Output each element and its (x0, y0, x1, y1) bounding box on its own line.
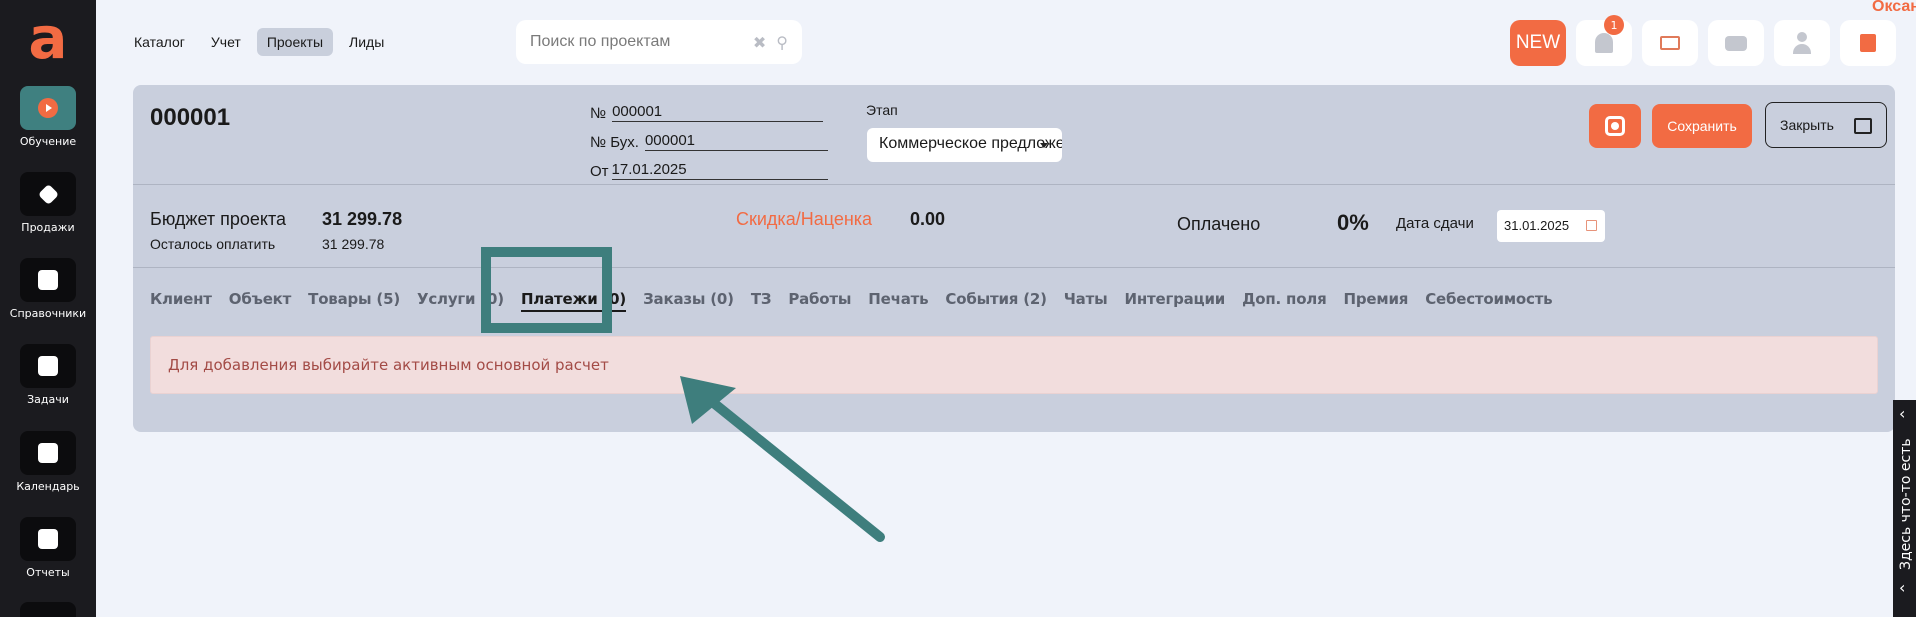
tab-integrations[interactable]: Интеграции (1124, 290, 1225, 312)
sidebar-item-directories[interactable]: Справочники (0, 258, 96, 320)
sidebar-item-label: Календарь (16, 480, 80, 493)
mail-button[interactable] (1642, 20, 1698, 66)
user-icon (1793, 32, 1811, 54)
acc-number-label: № Бух. (590, 134, 639, 151)
sidebar-item-tasks[interactable]: Задачи (0, 344, 96, 406)
search-input[interactable] (530, 33, 743, 51)
paid-value: 0% (1337, 210, 1369, 235)
settings-button[interactable] (1589, 104, 1641, 148)
close-button-label: Закрыть (1780, 117, 1834, 133)
play-icon (20, 86, 76, 130)
tag-icon (20, 172, 76, 216)
divider (133, 267, 1895, 268)
calendar-icon[interactable] (1586, 220, 1597, 231)
sidebar-item-training[interactable]: Обучение (0, 86, 96, 148)
more-icon (20, 602, 76, 617)
bell-icon (1595, 33, 1613, 53)
due-date-label: Дата сдачи (1396, 215, 1474, 232)
project-number-field: № 000001 (590, 103, 823, 122)
chevron-left-icon[interactable]: ‹ (1899, 404, 1905, 423)
book-icon (1860, 34, 1876, 52)
calendar-icon (20, 431, 76, 475)
date-value[interactable]: 17.01.2025 (611, 161, 828, 180)
stage-label: Этап (866, 102, 898, 118)
sidebar-item-calendar[interactable]: Календарь (0, 431, 96, 493)
tab-bonus[interactable]: Премия (1344, 290, 1409, 312)
chart-icon (20, 517, 76, 561)
gear-icon (1605, 116, 1625, 136)
left-to-pay-value: 31 299.78 (322, 236, 385, 252)
alert-message: Для добавления выбирайте активным основн… (150, 336, 1878, 394)
date-field: От 17.01.2025 (590, 161, 828, 180)
tab-orders[interactable]: Заказы (0) (643, 290, 734, 312)
mail-icon (1660, 36, 1680, 50)
search-icon[interactable]: ⚲ (776, 33, 788, 52)
header-actions: NEW 1 (1510, 15, 1896, 66)
sidebar-item-label: Продажи (21, 221, 75, 234)
tab-object[interactable]: Объект (229, 290, 292, 312)
sidebar: a Обучение Продажи Справочники Задачи Ка… (0, 0, 96, 617)
divider (133, 184, 1895, 185)
chat-button[interactable] (1708, 20, 1764, 66)
tab-extra-fields[interactable]: Доп. поля (1242, 290, 1327, 312)
close-button[interactable]: Закрыть (1765, 102, 1887, 148)
sidebar-item-label: Справочники (9, 307, 87, 320)
discount-label[interactable]: Скидка/Наценка (736, 209, 872, 230)
acc-number-value[interactable]: 000001 (644, 132, 828, 151)
sidebar-item-label: Задачи (27, 393, 69, 406)
chevron-left-icon[interactable]: ‹ (1899, 578, 1905, 597)
discount-value: 0.00 (910, 209, 946, 229)
new-button[interactable]: NEW (1510, 20, 1566, 66)
search-box: ✖ ⚲ (516, 20, 802, 64)
nav-leads[interactable]: Лиды (339, 28, 394, 56)
sidebar-item-more[interactable] (0, 602, 96, 617)
acc-number-field: № Бух. 000001 (590, 132, 828, 151)
tab-client[interactable]: Клиент (150, 290, 212, 312)
tab-chats[interactable]: Чаты (1064, 290, 1108, 312)
clear-icon[interactable]: ✖ (753, 33, 766, 52)
tab-print[interactable]: Печать (868, 290, 928, 312)
tab-cost[interactable]: Себестоимость (1425, 290, 1552, 312)
side-panel-label: Здесь что-то есть (1898, 438, 1914, 570)
page-title: 000001 (150, 104, 231, 131)
notification-badge: 1 (1604, 15, 1624, 35)
paid-label: Оплачено (1177, 214, 1261, 234)
tab-events[interactable]: События (2) (945, 290, 1047, 312)
due-date-input[interactable]: 31.01.2025 (1497, 210, 1605, 242)
sidebar-item-label: Отчеты (26, 566, 70, 579)
book-icon (20, 258, 76, 302)
top-nav: Каталог Учет Проекты Лиды (124, 28, 394, 56)
left-to-pay-label: Осталось оплатить (150, 236, 276, 252)
tab-goods[interactable]: Товары (5) (308, 290, 400, 312)
user-name[interactable]: Оксана (1872, 0, 1916, 16)
project-tabs: Клиент Объект Товары (5) Услуги (0) Плат… (150, 290, 1553, 312)
annotation-arrow (680, 376, 885, 542)
tasks-icon (20, 344, 76, 388)
chat-icon (1725, 35, 1747, 51)
budget-value: 31 299.78 (322, 209, 403, 229)
nav-accounting[interactable]: Учет (201, 28, 251, 56)
tab-spec[interactable]: ТЗ (751, 290, 772, 312)
tab-highlight-box (481, 247, 612, 333)
nav-projects[interactable]: Проекты (256, 28, 334, 56)
notifications-button[interactable]: 1 (1576, 15, 1632, 66)
tab-works[interactable]: Работы (788, 290, 851, 312)
sidebar-item-label: Обучение (19, 135, 77, 148)
profile-button[interactable] (1774, 20, 1830, 66)
project-number-label: № (590, 105, 607, 122)
stage-select[interactable]: Коммерческое предложение (867, 128, 1062, 162)
date-label: От (590, 163, 609, 180)
exit-icon (1854, 118, 1872, 134)
sidebar-item-sales[interactable]: Продажи (0, 172, 96, 234)
logo[interactable]: a (24, 9, 72, 67)
sidebar-item-reports[interactable]: Отчеты (0, 517, 96, 579)
budget-label: Бюджет проекта (150, 209, 287, 229)
save-button[interactable]: Сохранить (1652, 104, 1752, 148)
project-number-value[interactable]: 000001 (612, 103, 823, 122)
due-date-value: 31.01.2025 (1504, 218, 1570, 233)
nav-catalog[interactable]: Каталог (124, 28, 195, 56)
help-button[interactable] (1840, 20, 1896, 66)
